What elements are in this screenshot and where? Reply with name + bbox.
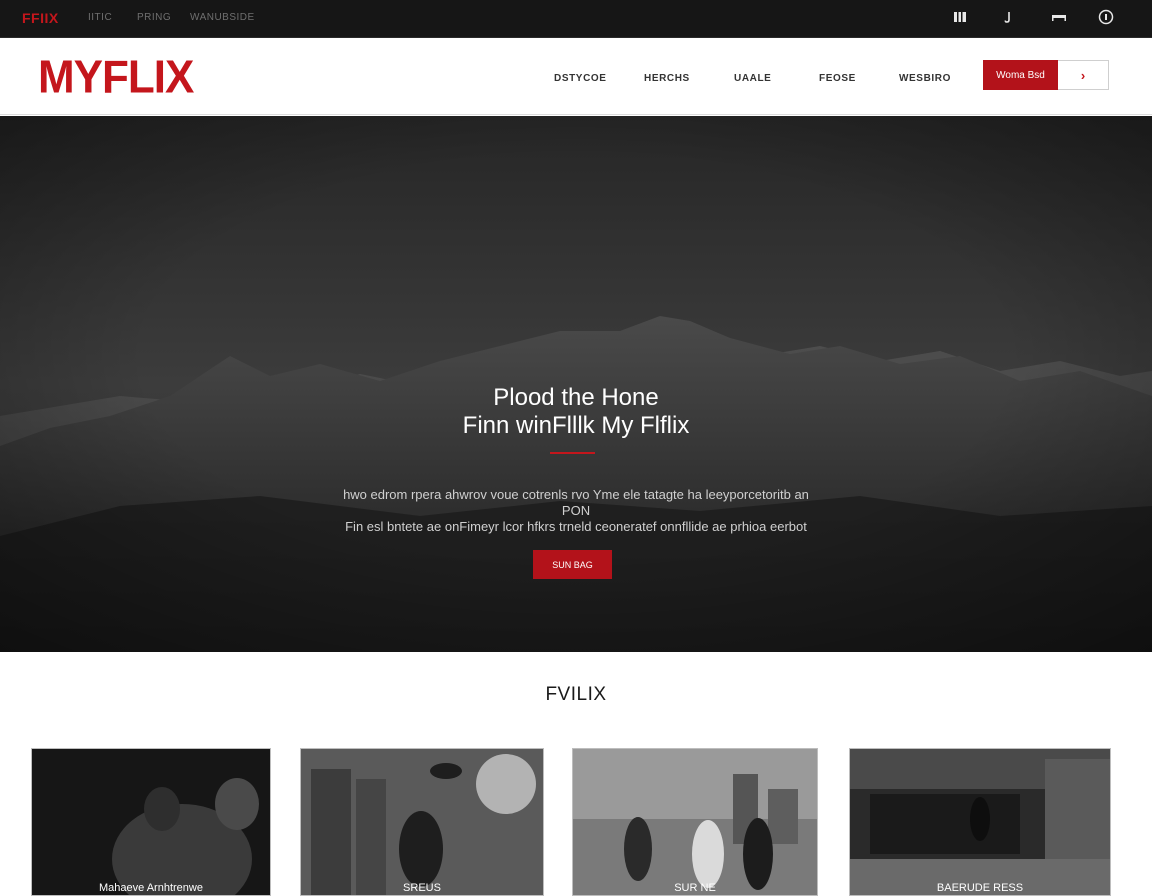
hero-title-line-1: Plood the Hone (493, 384, 659, 411)
hero-cta-button[interactable]: SUN BAG (533, 550, 612, 579)
movie-thumbnail-4 (850, 749, 1110, 895)
hero-body-line-3: Fin esl bntete ae onFimeyr lcor hfkrs tr… (345, 519, 807, 534)
hero-banner: Plood the Hone Finn winFlllk My Flflix h… (0, 116, 1152, 652)
movie-thumbnail-2 (301, 749, 543, 895)
site-header: MYFLIX DSTYCOE HERCHS UAALE FEOSE WESBIR… (0, 38, 1152, 115)
minus-icon[interactable] (1051, 9, 1067, 25)
section-title: FVILIX (545, 684, 607, 705)
hero-body-line-1: hwo edrom rpera ahwrov voue cotrenls rvo… (343, 487, 809, 502)
movie-thumbnail-3 (573, 749, 817, 895)
hero-title-line-2: Finn winFlllk My Flflix (462, 412, 690, 439)
nav-item-1[interactable]: DSTYCOE (554, 73, 607, 84)
hero-body-line-2: PON (561, 503, 591, 518)
header-cta-arrow-button[interactable]: › (1058, 60, 1109, 90)
bookmark-icon[interactable] (952, 9, 968, 25)
movie-card-3[interactable]: SUR NE (572, 748, 818, 896)
hero-divider (550, 452, 595, 454)
site-logo[interactable]: MYFLIX (38, 52, 194, 105)
movie-card-2-title: SREUS (403, 882, 441, 894)
info-circle-icon[interactable] (1098, 9, 1114, 25)
chevron-right-icon: › (1080, 67, 1086, 83)
movie-card-4-title: BAERUDE RESS (936, 882, 1024, 894)
movie-thumbnail-1 (32, 749, 270, 895)
music-icon[interactable] (1000, 9, 1016, 25)
topbar-link-1[interactable]: IITIC (88, 12, 112, 23)
nav-item-5[interactable]: WESBIRO (899, 73, 951, 84)
movie-card-1[interactable]: Mahaeve Arnhtrenwe (31, 748, 271, 896)
topbar-link-2[interactable]: PRING (137, 12, 171, 23)
movie-card-3-title: SUR NE (674, 882, 716, 894)
topbar-link-3[interactable]: WANUBSIDE (190, 12, 255, 23)
nav-item-2[interactable]: HERCHS (644, 73, 690, 84)
nav-item-3[interactable]: UAALE (734, 73, 771, 84)
movie-card-4[interactable]: BAERUDE RESS (849, 748, 1111, 896)
movie-card-1-title: Mahaeve Arnhtrenwe (99, 882, 203, 894)
movie-card-2[interactable]: SREUS (300, 748, 544, 896)
topbar-brand[interactable]: FFIIX (22, 10, 59, 26)
top-utility-bar: FFIIX IITIC PRING WANUBSIDE (0, 0, 1152, 38)
nav-item-4[interactable]: FEOSE (819, 73, 856, 84)
header-cta-button[interactable]: Woma Bsd (983, 60, 1058, 90)
